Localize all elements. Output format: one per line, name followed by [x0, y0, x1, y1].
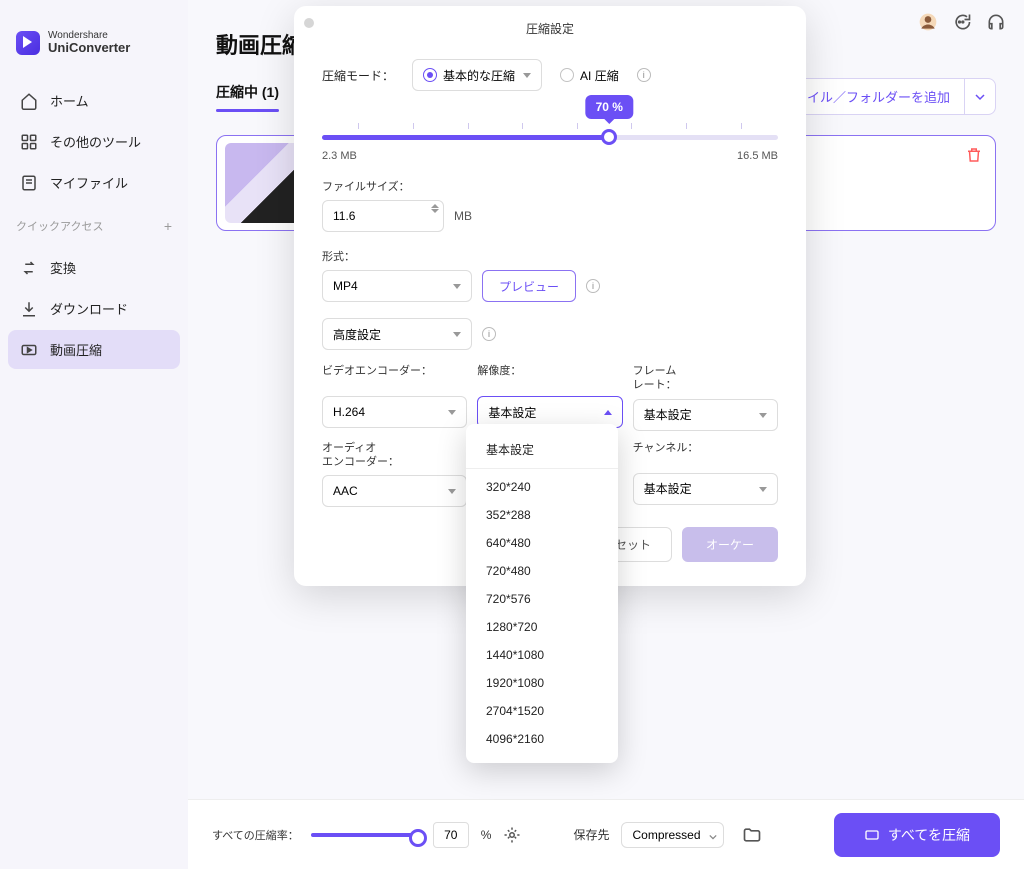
compression-slider[interactable]: 70 % 2.3 MB 16.5 MB [322, 135, 778, 162]
app-logo: Wondershare UniConverter [0, 20, 188, 75]
resolution-option[interactable]: 1440*1080 [466, 641, 618, 669]
info-icon[interactable]: i [637, 68, 651, 82]
resolution-option[interactable]: 352*288 [466, 501, 618, 529]
filesize-label: ファイルサイズ： [322, 178, 778, 194]
nav-label: 動画圧縮 [50, 340, 102, 359]
nav-label: その他のツール [50, 132, 141, 151]
slider-bubble: 70 % [586, 95, 633, 119]
save-to-label: 保存先 [573, 826, 609, 843]
preview-button[interactable]: プレビュー [482, 270, 576, 302]
compress-all-button[interactable]: すべてを圧縮 [834, 813, 1000, 857]
sidebar: Wondershare UniConverter ホーム その他のツール マイフ… [0, 0, 188, 869]
resolution-option[interactable]: 640*480 [466, 529, 618, 557]
framerate-label: フレーム レート： [633, 364, 778, 393]
plus-icon[interactable]: + [164, 218, 172, 234]
video-encoder-select[interactable]: H.264 [322, 396, 467, 428]
add-file-dropdown[interactable] [965, 78, 996, 115]
ratio-label: すべての圧縮率： [212, 827, 299, 843]
slider-max: 16.5 MB [737, 150, 778, 162]
quick-access-header: クイックアクセス + [0, 210, 188, 242]
channel-select[interactable]: 基本設定 [633, 473, 778, 505]
audio-encoder-label: オーディオ エンコーダー： [322, 441, 467, 470]
filesize-unit: MB [454, 209, 472, 223]
download-icon [20, 300, 38, 318]
bottom-bar: すべての圧縮率： % 保存先 Compressed すべてを圧縮 [188, 799, 1024, 869]
global-ratio-slider[interactable] [311, 833, 421, 837]
mode-basic-radio[interactable]: 基本的な圧縮 [412, 59, 542, 91]
nav-label: 変換 [50, 258, 76, 277]
info-icon[interactable]: i [586, 279, 600, 293]
nav-label: ホーム [50, 91, 89, 110]
resolution-option[interactable]: 720*576 [466, 585, 618, 613]
folder-icon[interactable] [742, 825, 762, 845]
nav-label: ダウンロード [50, 299, 128, 318]
video-encoder-label: ビデオエンコーダー： [322, 364, 467, 390]
resolution-option[interactable]: 4096*2160 [466, 725, 618, 753]
channel-label: チャンネル： [633, 441, 778, 467]
quick-download[interactable]: ダウンロード [8, 289, 180, 328]
resolution-option[interactable]: 1280*720 [466, 613, 618, 641]
advanced-select[interactable]: 高度設定 [322, 318, 472, 350]
delete-icon[interactable] [965, 146, 983, 164]
compress-icon [864, 827, 880, 843]
compress-icon [20, 341, 38, 359]
resolution-option[interactable]: 2704*1520 [466, 697, 618, 725]
format-label: 形式： [322, 248, 778, 264]
percent-sign: % [481, 828, 492, 842]
resolution-label: 解像度： [477, 364, 622, 390]
nav-other-tools[interactable]: その他のツール [8, 122, 180, 161]
quick-compress-video[interactable]: 動画圧縮 [8, 330, 180, 369]
file-icon [20, 174, 38, 192]
convert-icon [20, 259, 38, 277]
resolution-option[interactable]: 基本設定 [466, 434, 618, 469]
gear-icon[interactable] [503, 826, 521, 844]
video-thumbnail [225, 143, 305, 223]
global-ratio-input[interactable] [433, 822, 469, 848]
nav-home[interactable]: ホーム [8, 81, 180, 120]
info-icon[interactable]: i [482, 327, 496, 341]
resolution-option[interactable]: 1920*1080 [466, 669, 618, 697]
framerate-select[interactable]: 基本設定 [633, 399, 778, 431]
grid-icon [20, 133, 38, 151]
resolution-option[interactable]: 720*480 [466, 557, 618, 585]
format-select[interactable]: MP4 [322, 270, 472, 302]
logo-text: Wondershare UniConverter [48, 30, 130, 55]
quick-convert[interactable]: 変換 [8, 248, 180, 287]
filesize-input[interactable]: 11.6 [322, 200, 444, 232]
logo-icon [16, 31, 40, 55]
mode-label: 圧縮モード： [322, 67, 394, 84]
save-to-select[interactable]: Compressed [621, 822, 723, 848]
modal-close-dot[interactable] [304, 18, 314, 28]
ok-button[interactable]: オーケー [682, 527, 778, 562]
nav-label: マイファイル [50, 173, 128, 192]
modal-title: 圧縮設定 [322, 18, 778, 37]
slider-min: 2.3 MB [322, 150, 357, 162]
mode-ai-radio[interactable]: AI 圧縮 [560, 67, 619, 84]
tab-compressing[interactable]: 圧縮中 (1) [216, 82, 279, 112]
resolution-dropdown: 基本設定320*240352*288640*480720*480720*5761… [466, 424, 618, 763]
audio-encoder-select[interactable]: AAC [322, 475, 467, 507]
resolution-option[interactable]: 320*240 [466, 473, 618, 501]
home-icon [20, 92, 38, 110]
nav-my-files[interactable]: マイファイル [8, 163, 180, 202]
